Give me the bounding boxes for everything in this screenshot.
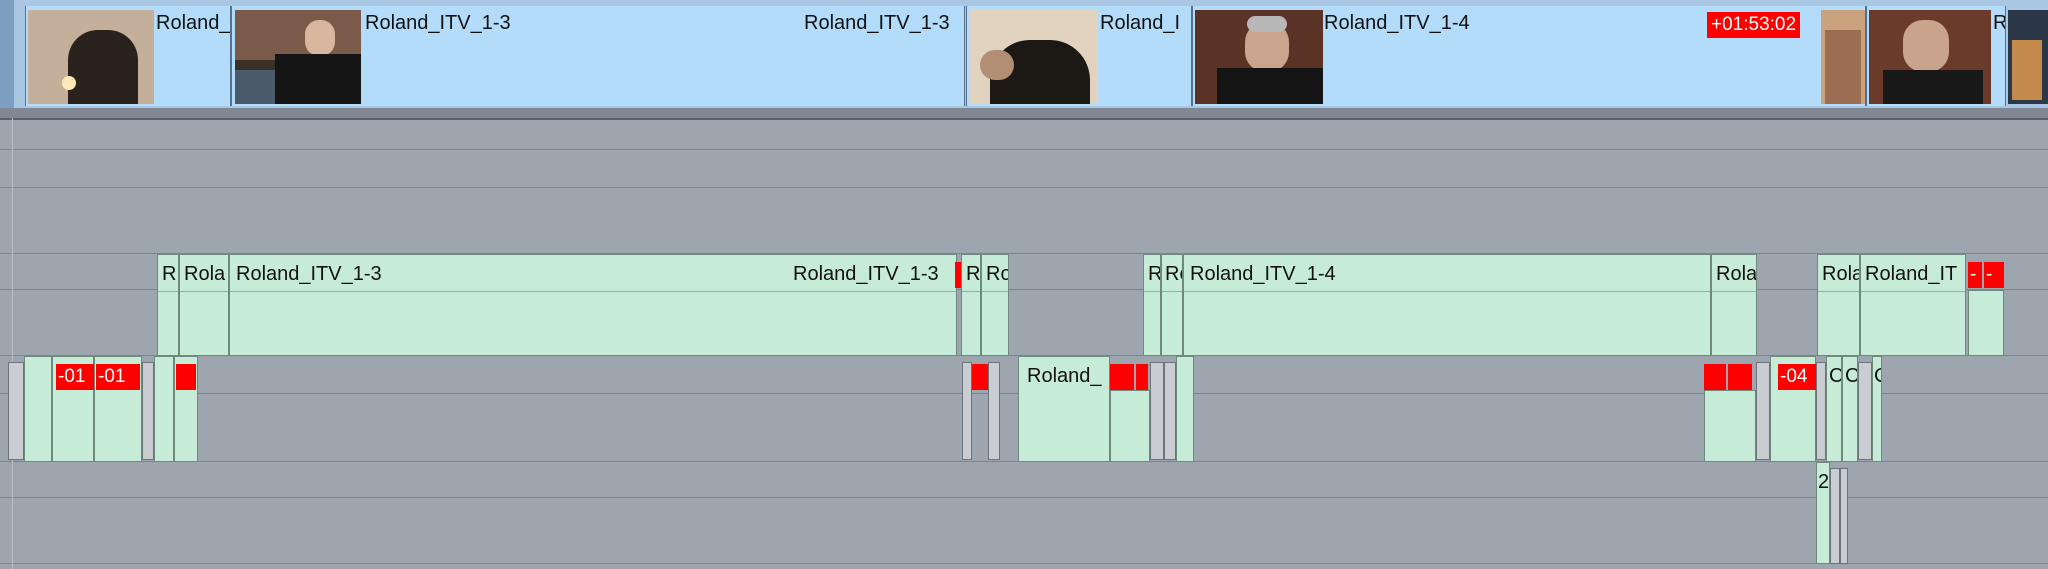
sync-marker [1136,364,1148,390]
audio-clip-tail-name: Roland_ITV_1-3 [793,263,939,285]
track-row [0,498,2048,564]
clip-sliver[interactable] [8,362,24,460]
audio-clip[interactable]: Ro [1161,254,1183,356]
audio-clip[interactable]: R [1143,254,1161,356]
video-clip[interactable]: Roland_ITV_1-3 Roland_ITV_1-3 [231,6,965,106]
clip-sliver[interactable] [1840,468,1848,564]
sync-marker [972,364,988,390]
audio-clip[interactable]: R [961,254,981,356]
clip-sliver[interactable] [1164,362,1176,460]
clip-sliver[interactable] [1756,362,1770,460]
clip-sliver[interactable] [1858,362,1872,460]
clip-sliver[interactable] [1816,362,1826,460]
video-clip-tail-name: Roland_ITV_1-3 [804,12,950,34]
clip-thumbnail [235,10,361,104]
sync-marker [1704,364,1726,390]
timeline[interactable]: Roland_ Roland_ITV_1-3 Roland_ITV_1-3 Ro… [0,0,2048,569]
video-clip[interactable]: R [1866,6,2006,106]
audio-clip[interactable]: 2 [1816,462,1830,564]
audio-clip[interactable] [24,356,52,462]
clip-thumbnail [1821,10,1865,104]
audio-clip-name: Rola [1716,263,1757,285]
audio-clip-name: Rola [1822,263,1860,285]
audio-clip-name: Roland_ITV_1-3 [236,263,382,285]
clip-sliver[interactable] [988,362,1000,460]
audio-clip[interactable] [1968,290,2004,356]
clip-thumbnail [28,10,154,104]
audio-clip[interactable]: Rola [1711,254,1757,356]
audio-clip-name: C [1829,365,1841,388]
track-edge [12,118,13,569]
audio-clip[interactable]: Roland_IT [1860,254,1966,356]
audio-clip-name: Ro [986,263,1008,285]
audio-clip-name: Roland_IT [1865,263,1958,285]
audio-clip[interactable]: C [1826,356,1842,462]
video-clip-name: Roland_ITV_1-3 [365,12,511,34]
audio-clip[interactable]: Rola [179,254,229,356]
video-clip[interactable]: Roland_ITV_1-4 +01:53:02 [1192,6,1866,106]
audio-clip-name: R [966,263,981,285]
audio-clip[interactable]: C [1842,356,1858,462]
audio-clip-name: R [162,263,177,285]
video-clip-name: Roland_I [1100,12,1181,34]
audio-clip-name: R [1148,263,1160,286]
track-edge [0,0,14,108]
audio-clip[interactable]: Rola [1817,254,1860,356]
clip-thumbnail [1869,10,1991,104]
clip-thumbnail [2008,10,2048,104]
sync-marker [1728,364,1752,390]
sync-marker [176,364,196,390]
video-clip-name: R [1993,12,2005,35]
audio-clip-name: C [1874,365,1881,388]
audio-clip[interactable] [1704,390,1756,462]
audio-clip[interactable] [1110,390,1150,462]
audio-clip[interactable]: Roland_ [1018,356,1110,462]
clip-thumbnail [970,10,1098,104]
clip-sliver[interactable] [1830,468,1840,564]
video-clip[interactable]: Roland_ [25,6,231,106]
video-clip-name: Roland_ITV_1-4 [1324,12,1470,34]
video-clip-name: Roland_ [156,12,231,34]
audio-clip-name: 2 [1818,471,1830,493]
audio-clip[interactable]: Ro [981,254,1009,356]
sync-marker [1110,364,1134,390]
red-label: -01 [96,364,140,390]
audio-clip[interactable]: C [1872,356,1882,462]
audio-clip[interactable] [154,356,174,462]
audio-clip[interactable]: Roland_ITV_1-3 Roland_ITV_1-3 [229,254,957,356]
red-label: -04 [1778,364,1816,390]
audio-clip[interactable] [1176,356,1194,462]
track-row [0,150,2048,188]
track-row [0,462,2048,498]
audio-clip-name: Ro [1165,263,1182,285]
audio-clip-name: C [1845,365,1857,388]
video-clip[interactable]: Roland_I [966,6,1192,106]
sync-marker: - [1984,262,2004,288]
sync-marker: - [1968,262,1982,288]
audio-clip-name: Roland_ITV_1-4 [1190,263,1336,285]
timecode-badge: +01:53:02 [1707,12,1801,38]
clip-thumbnail [1195,10,1323,104]
audio-clip-name: Rola [184,263,226,285]
video-track[interactable]: Roland_ Roland_ITV_1-3 Roland_ITV_1-3 Ro… [0,0,2048,109]
clip-sliver[interactable] [962,362,972,460]
clip-sliver[interactable] [1150,362,1164,460]
red-label: -01 [56,364,94,390]
audio-clip[interactable]: R [157,254,179,356]
clip-sliver[interactable] [142,362,154,460]
audio-clip-name: Roland_ [1027,365,1102,387]
audio-clip[interactable]: Roland_ITV_1-4 [1183,254,1711,356]
track-row [0,118,2048,150]
track-row [0,188,2048,254]
